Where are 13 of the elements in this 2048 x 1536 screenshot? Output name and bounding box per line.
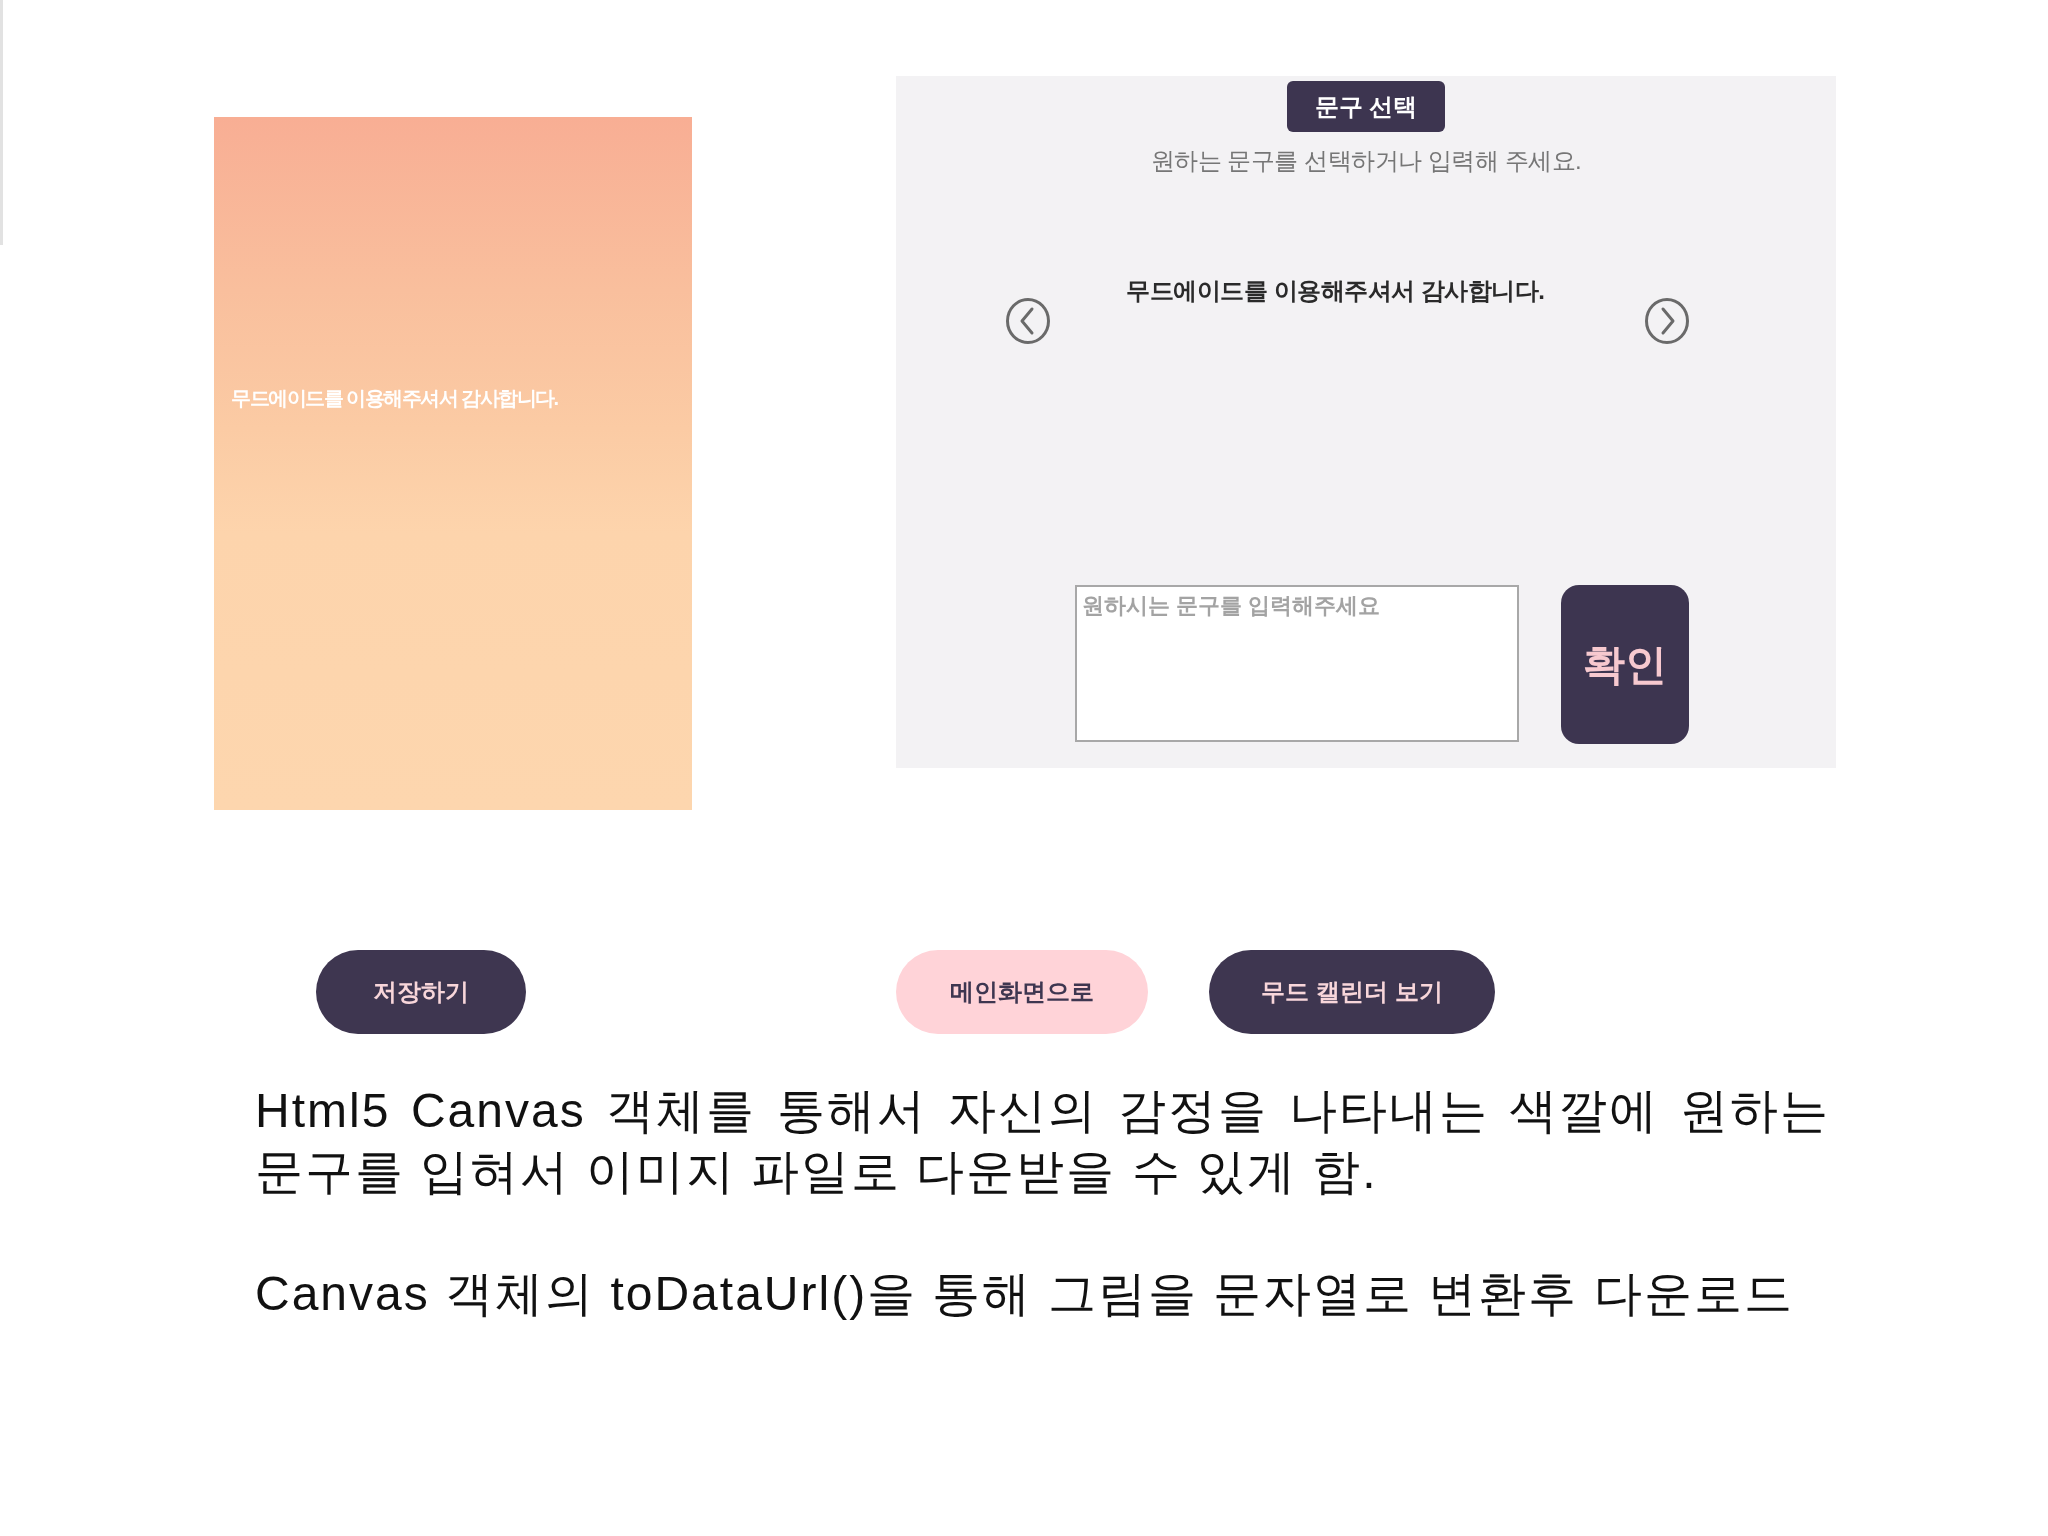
instruction-text: 원하는 문구를 선택하거나 입력해 주세요. (1150, 146, 1582, 176)
input-field[interactable]: 원하시는 문구를 입력해주세요 (1075, 585, 1519, 742)
phrase-option[interactable]: 무드에이드를 이용해주셔서 감사합니다. (1126, 276, 1545, 306)
description-text: Html5 Canvas 객체를 통해서 자신의 감정을 나타내는 색깔에 원하는 문구를 입혀서 이미지 파일로 다운받을 수 있게 함. (255, 1083, 1830, 1200)
pill-button[interactable]: 메인화면으로 (896, 950, 1148, 1034)
panel-title: 문구 선택 (1286, 81, 1446, 132)
chevron-left-icon[interactable] (1006, 298, 1050, 344)
dark-pill-button[interactable]: 저장하기 (316, 950, 526, 1034)
confirm-button[interactable]: 확인 (1561, 585, 1689, 744)
chevron-right-icon[interactable] (1645, 298, 1689, 344)
description-text: Canvas 객체의 toDataUrl()을 통해 그림을 문자열로 변환후 다운로드 (255, 1266, 1795, 1322)
dark-pill-button[interactable]: 무드 캘린더 보기 (1209, 950, 1495, 1034)
preview-caption: 무드에이드를 이용해주셔서 감사합니다. (231, 386, 558, 411)
